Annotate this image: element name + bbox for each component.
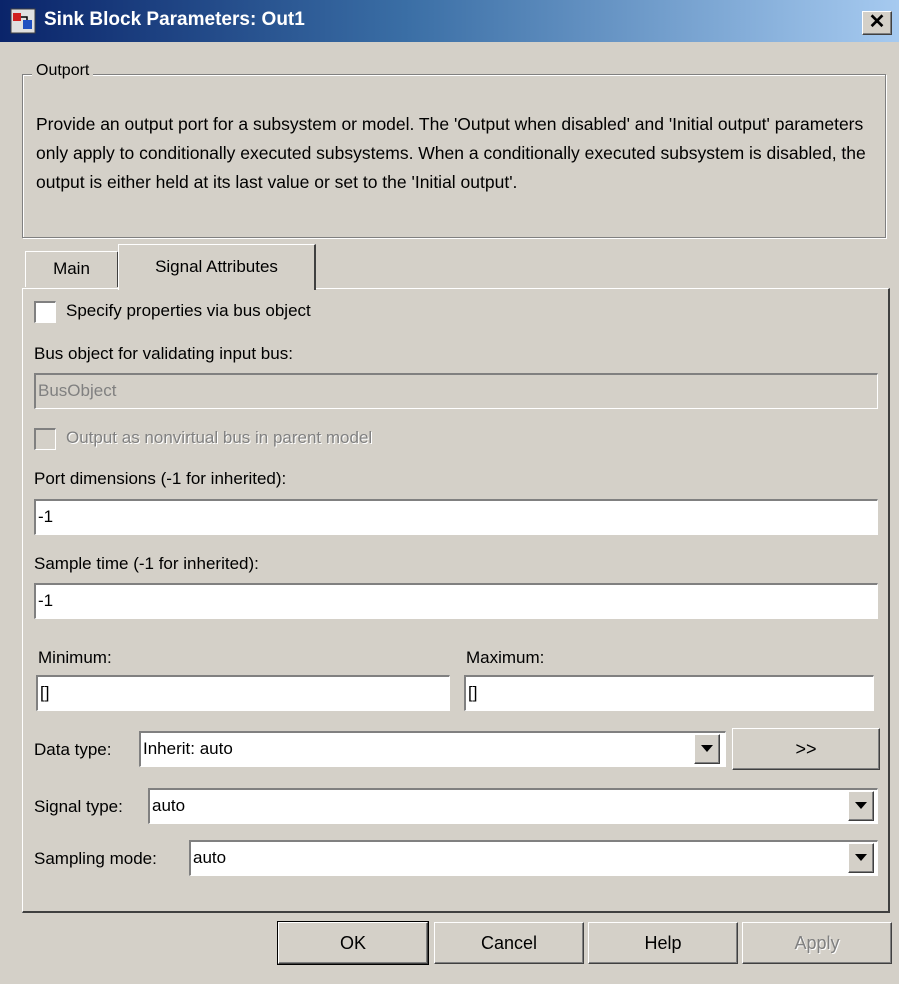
sampling-mode-select[interactable]: auto xyxy=(189,840,878,876)
nonvirtual-bus-checkbox[interactable] xyxy=(34,428,56,450)
bus-object-field[interactable]: BusObject xyxy=(34,373,878,409)
maximum-field[interactable]: [] xyxy=(464,675,874,711)
dropdown-arrow-icon[interactable] xyxy=(848,791,874,821)
group-legend: Outport xyxy=(32,62,94,80)
help-button[interactable]: Help xyxy=(588,922,738,964)
ok-button[interactable]: OK xyxy=(277,921,429,965)
port-dimensions-field[interactable]: -1 xyxy=(34,499,878,535)
tab-main[interactable]: Main xyxy=(25,251,119,287)
port-dimensions-label: Port dimensions (-1 for inherited): xyxy=(34,469,287,488)
block-description: Provide an output port for a subsystem o… xyxy=(36,114,866,192)
cancel-button[interactable]: Cancel xyxy=(434,922,584,964)
window-title: Sink Block Parameters: Out1 xyxy=(44,9,305,30)
nonvirtual-bus-label: Output as nonvirtual bus in parent model xyxy=(66,428,373,447)
dropdown-arrow-icon[interactable] xyxy=(694,734,720,764)
apply-button[interactable]: Apply xyxy=(742,922,892,964)
sample-time-label: Sample time (-1 for inherited): xyxy=(34,554,259,573)
bus-object-label: Bus object for validating input bus: xyxy=(34,344,293,363)
minimum-label: Minimum: xyxy=(38,648,112,667)
data-type-label: Data type: xyxy=(34,740,112,759)
sampling-mode-label: Sampling mode: xyxy=(34,849,157,868)
bus-object-checkbox-label: Specify properties via bus object xyxy=(66,301,311,320)
bus-object-checkbox[interactable] xyxy=(34,301,56,323)
signal-type-label: Signal type: xyxy=(34,797,123,816)
tab-signal-attributes[interactable]: Signal Attributes xyxy=(118,244,316,290)
simulink-app-icon[interactable] xyxy=(10,8,36,34)
close-icon[interactable]: ✕ xyxy=(862,11,892,35)
signal-type-select[interactable]: auto xyxy=(148,788,878,824)
maximum-label: Maximum: xyxy=(466,648,545,667)
data-type-select[interactable]: Inherit: auto xyxy=(139,731,726,767)
sample-time-field[interactable]: -1 xyxy=(34,583,878,619)
dropdown-arrow-icon[interactable] xyxy=(848,843,874,873)
minimum-field[interactable]: [] xyxy=(36,675,450,711)
data-type-assistant-button[interactable]: >> xyxy=(732,728,880,770)
